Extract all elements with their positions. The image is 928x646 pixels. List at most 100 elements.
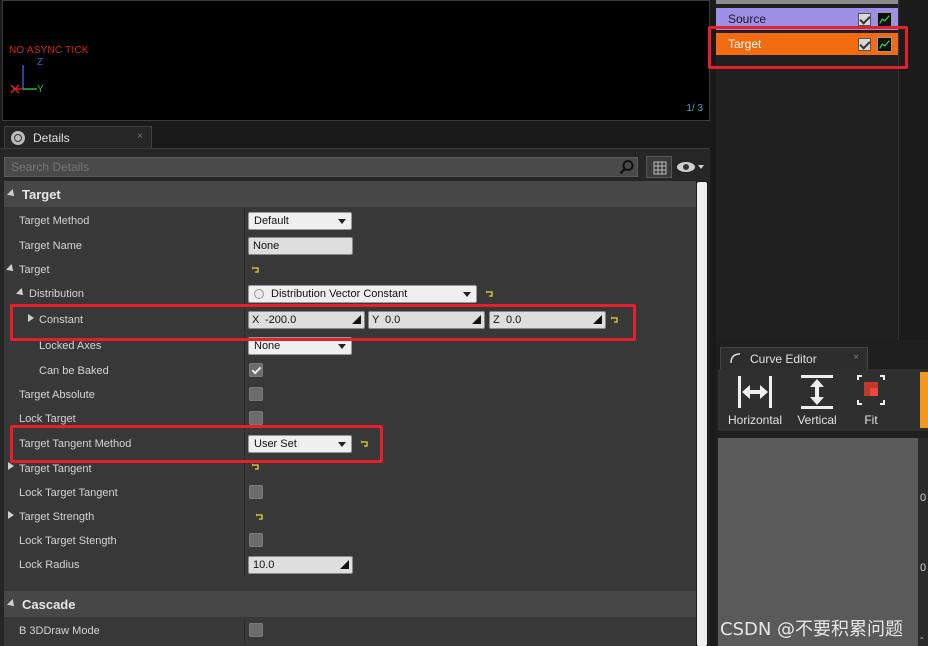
curve-editor-icon <box>730 353 741 364</box>
reset-to-default-icon[interactable] <box>252 463 260 471</box>
distribution-dropdown[interactable]: Distribution Vector Constant <box>248 285 477 303</box>
property-name: Lock Target Tangent <box>19 487 118 499</box>
emitter-label: Source <box>728 12 767 26</box>
button-label: Vertical <box>797 413 837 427</box>
chevron-down-icon <box>463 292 471 297</box>
row-target-absolute: Target Absolute <box>4 383 696 407</box>
lock-target-strength-checkbox[interactable] <box>249 533 263 547</box>
details-icon <box>11 130 25 145</box>
expand-arrow-icon <box>7 189 17 199</box>
property-name: Lock Target <box>19 413 76 425</box>
column-divider <box>244 234 245 258</box>
expand-arrow-icon[interactable] <box>8 462 14 470</box>
column-divider <box>244 359 245 383</box>
row-target-strength[interactable]: Target Strength <box>4 505 696 529</box>
highlight-target-emitter <box>708 26 908 69</box>
row-lock-radius: Lock Radius 10.0 <box>4 553 696 577</box>
reset-to-default-icon[interactable] <box>486 290 494 298</box>
row-target-method: Target Method Default <box>4 209 696 233</box>
can-be-baked-checkbox[interactable] <box>249 363 263 377</box>
button-label: Fit <box>864 413 878 427</box>
emitter-enable-checkbox[interactable] <box>858 12 871 26</box>
details-scrollbar-thumb[interactable] <box>697 182 707 646</box>
property-name: Target Name <box>19 240 82 252</box>
curve-editor-mode-button[interactable] <box>920 372 928 428</box>
column-divider <box>244 619 245 643</box>
dropdown-value: None <box>254 340 281 352</box>
property-name: Can be Baked <box>39 365 109 377</box>
b-3ddraw-mode-checkbox[interactable] <box>249 623 263 637</box>
preview-viewport[interactable]: NO ASYNC TICK Z Y 1/ 3 <box>2 0 710 121</box>
drag-handle-icon[interactable] <box>340 560 349 569</box>
fit-button[interactable]: Fit <box>840 372 902 428</box>
section-header-cascade[interactable]: Cascade <box>4 591 696 617</box>
vertical-fit-icon <box>801 375 833 409</box>
expand-arrow-icon <box>7 599 17 609</box>
property-name: Lock Target Stength <box>19 535 117 547</box>
button-label: Horizontal <box>727 413 783 427</box>
property-name: B 3DDraw Mode <box>19 625 100 637</box>
view-options-eye-icon[interactable] <box>676 158 706 176</box>
column-divider <box>244 529 245 553</box>
emitter-row-cutoff <box>716 0 898 4</box>
distribution-type-icon <box>254 289 264 299</box>
section-title: Cascade <box>22 596 76 612</box>
property-list: Target Target Method Default Target Name… <box>4 181 696 646</box>
viewport-status-text: NO ASYNC TICK <box>9 45 89 56</box>
page-counter: 1/ 3 <box>686 103 703 114</box>
grid-icon <box>653 161 667 175</box>
section-title: Target <box>22 186 61 202</box>
search-icon[interactable] <box>619 159 635 175</box>
tab-details-label: Details <box>33 130 70 145</box>
property-name: Distribution <box>29 288 85 300</box>
curve-toggle-icon[interactable] <box>877 11 892 27</box>
close-icon[interactable]: × <box>853 352 859 363</box>
property-name: Target Method <box>19 215 90 227</box>
axis-y-label: Y <box>37 84 44 95</box>
chevron-down-icon <box>338 219 346 224</box>
row-b-3ddraw-mode: B 3DDraw Mode <box>4 619 696 643</box>
tab-curve-editor[interactable]: Curve Editor × <box>720 347 868 369</box>
property-name: Locked Axes <box>39 340 102 352</box>
row-target-group[interactable]: Target <box>4 258 696 282</box>
row-distribution[interactable]: Distribution Distribution Vector Constan… <box>4 282 696 306</box>
search-input[interactable] <box>5 158 615 176</box>
fit-horizontal-button[interactable]: Horizontal <box>724 372 786 428</box>
expand-arrow-icon[interactable] <box>6 264 16 274</box>
lock-target-checkbox[interactable] <box>249 411 263 425</box>
target-absolute-checkbox[interactable] <box>249 387 263 401</box>
column-divider <box>244 282 245 306</box>
search-box <box>4 157 638 177</box>
target-name-field[interactable]: None <box>248 237 353 255</box>
column-divider <box>244 209 245 233</box>
expand-arrow-icon[interactable] <box>16 288 26 298</box>
column-divider <box>244 553 245 577</box>
property-name: Target Strength <box>19 511 95 523</box>
fit-icon <box>857 375 885 405</box>
dropdown-value: Distribution Vector Constant <box>271 288 408 300</box>
axis-z-label: Z <box>37 57 44 68</box>
expand-arrow-icon[interactable] <box>8 511 14 519</box>
lock-radius-field[interactable]: 10.0 <box>248 556 353 574</box>
row-lock-target-tangent: Lock Target Tangent <box>4 481 696 505</box>
section-header-target[interactable]: Target <box>4 181 696 207</box>
curve-value-axis <box>918 438 928 646</box>
reset-to-default-icon[interactable] <box>252 266 260 274</box>
close-icon[interactable]: × <box>137 131 143 142</box>
highlight-tangent-method-row <box>10 425 383 463</box>
property-name: Target Tangent <box>19 463 92 475</box>
reset-to-default-icon[interactable] <box>256 513 264 521</box>
property-name: Lock Radius <box>19 559 80 571</box>
property-name: Target Absolute <box>19 389 95 401</box>
target-method-dropdown[interactable]: Default <box>248 212 352 230</box>
curve-axis-value: 0 <box>920 562 927 574</box>
row-target-name: Target Name None <box>4 234 696 258</box>
tab-details[interactable]: Details × <box>4 126 152 148</box>
property-name: Target <box>19 264 50 276</box>
chevron-down-icon <box>338 344 346 349</box>
column-divider <box>244 258 245 282</box>
fit-vertical-button[interactable]: Vertical <box>786 372 848 428</box>
dropdown-value: Default <box>254 215 289 227</box>
property-matrix-button[interactable] <box>646 156 672 178</box>
lock-target-tangent-checkbox[interactable] <box>249 485 263 499</box>
